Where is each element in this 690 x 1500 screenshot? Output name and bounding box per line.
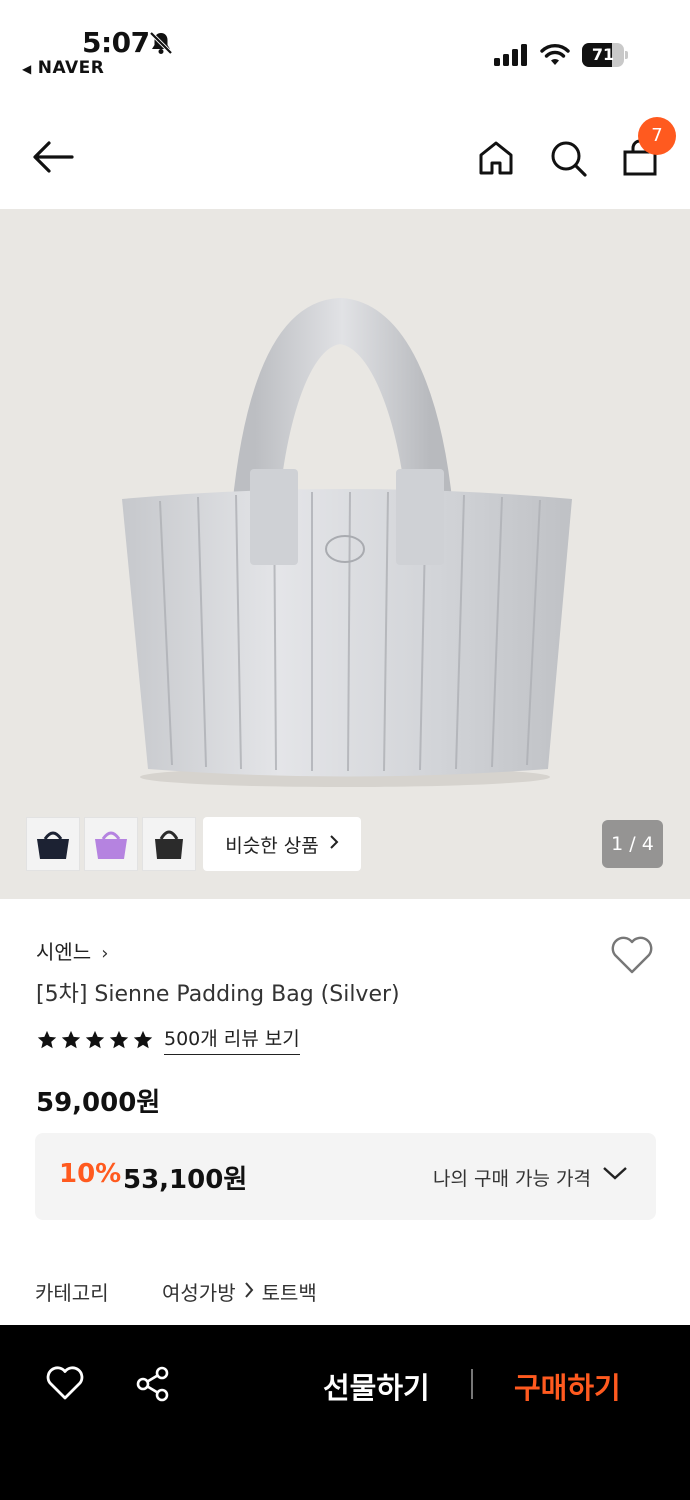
home-icon[interactable]	[476, 138, 516, 182]
color-thumbnails	[26, 817, 196, 871]
bell-muted-icon	[148, 30, 174, 60]
discount-price: 53,100원	[123, 1165, 248, 1195]
chevron-down-icon	[602, 1165, 628, 1185]
similar-products-button[interactable]: 비슷한 상품	[203, 817, 361, 871]
back-triangle-icon: ◀	[22, 62, 32, 76]
category-item[interactable]: 여성가방	[162, 1277, 236, 1306]
chevron-right-icon	[244, 1280, 254, 1304]
product-image-gallery[interactable]: 비슷한 상품 1 / 4	[0, 209, 690, 899]
cellular-signal-icon	[494, 44, 528, 70]
review-link[interactable]: 500개 리뷰 보기	[164, 1024, 300, 1055]
discount-rate: 10%	[59, 1159, 122, 1189]
thumbnail-navy[interactable]	[26, 817, 80, 871]
brand-link[interactable]: 시엔느 ›	[36, 936, 108, 965]
status-bar: 5:07 ◀ NAVER 71	[0, 0, 690, 96]
star-icon	[109, 1030, 129, 1048]
product-title: [5차] Sienne Padding Bag (Silver)	[36, 982, 400, 1007]
battery-body: 71	[582, 43, 624, 67]
battery-indicator: 71	[582, 43, 628, 67]
heart-icon[interactable]	[46, 1365, 84, 1405]
original-price: 59,000원	[36, 1088, 161, 1118]
star-icon	[37, 1030, 57, 1048]
rating-row: 500개 리뷰 보기	[36, 1024, 300, 1055]
share-icon[interactable]	[134, 1365, 172, 1407]
back-app-label: NAVER	[37, 58, 105, 78]
status-time: 5:07	[82, 26, 150, 59]
discount-price-box[interactable]: 10% 53,100원 나의 구매 가능 가격	[35, 1133, 656, 1220]
gift-button[interactable]: 선물하기	[323, 1365, 430, 1407]
image-pager: 1 / 4	[602, 820, 663, 868]
wishlist-heart-icon[interactable]	[610, 935, 654, 979]
bottom-action-bar: 선물하기 구매하기	[0, 1325, 690, 1500]
category-item[interactable]: 토트백	[262, 1277, 317, 1306]
thumbnail-black[interactable]	[142, 817, 196, 871]
star-icon	[85, 1030, 105, 1048]
chevron-right-icon	[329, 833, 339, 855]
my-price-label: 나의 구매 가능 가격	[433, 1168, 591, 1190]
cart-count-badge: 7	[638, 117, 676, 155]
top-nav	[0, 110, 690, 206]
brand-name: 시엔느	[36, 940, 92, 964]
battery-nub	[625, 51, 628, 59]
chevron-right-icon: ›	[101, 943, 109, 964]
product-image	[122, 297, 572, 787]
similar-products-label: 비슷한 상품	[225, 834, 319, 857]
buy-button[interactable]: 구매하기	[514, 1365, 621, 1407]
search-icon[interactable]	[548, 138, 588, 182]
thumbnail-purple[interactable]	[84, 817, 138, 871]
back-to-app-link[interactable]: ◀ NAVER	[22, 58, 104, 78]
back-arrow-icon[interactable]	[32, 140, 74, 178]
rating-stars	[36, 1029, 154, 1051]
wifi-icon	[540, 43, 570, 71]
star-icon	[61, 1030, 81, 1048]
category-breadcrumb: 여성가방 토트백	[162, 1277, 317, 1306]
category-label: 카테고리	[35, 1281, 109, 1305]
battery-percent: 71	[591, 45, 615, 64]
button-divider	[471, 1369, 473, 1399]
star-icon	[133, 1030, 153, 1048]
